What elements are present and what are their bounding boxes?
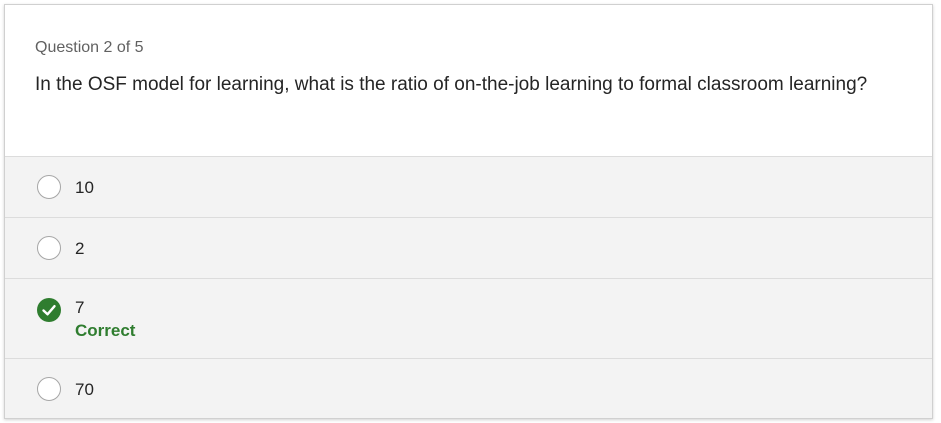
question-text: In the OSF model for learning, what is t…: [35, 74, 868, 95]
question-header: Question 2 of 5 In the OSF model for lea…: [5, 5, 932, 157]
answer-option-label: 10: [75, 178, 94, 197]
answer-option[interactable]: 70: [5, 359, 932, 418]
question-progress: Question 2 of 5: [35, 39, 144, 56]
quiz-card: Question 2 of 5 In the OSF model for lea…: [4, 4, 933, 419]
answer-option-label: 7: [75, 298, 85, 317]
checkmark-circle-icon[interactable]: [37, 298, 61, 322]
answer-option-selected[interactable]: 7 Correct: [5, 279, 932, 359]
correct-feedback: Correct: [75, 321, 136, 340]
radio-circle-icon[interactable]: [37, 377, 61, 401]
radio-circle-icon[interactable]: [37, 236, 61, 260]
answer-options: 10 2 7 Correct 70: [5, 157, 932, 418]
answer-option[interactable]: 10: [5, 157, 932, 218]
answer-option-label: 2: [75, 239, 85, 258]
answer-option-label: 70: [75, 380, 94, 399]
radio-circle-icon[interactable]: [37, 175, 61, 199]
answer-option[interactable]: 2: [5, 218, 932, 279]
